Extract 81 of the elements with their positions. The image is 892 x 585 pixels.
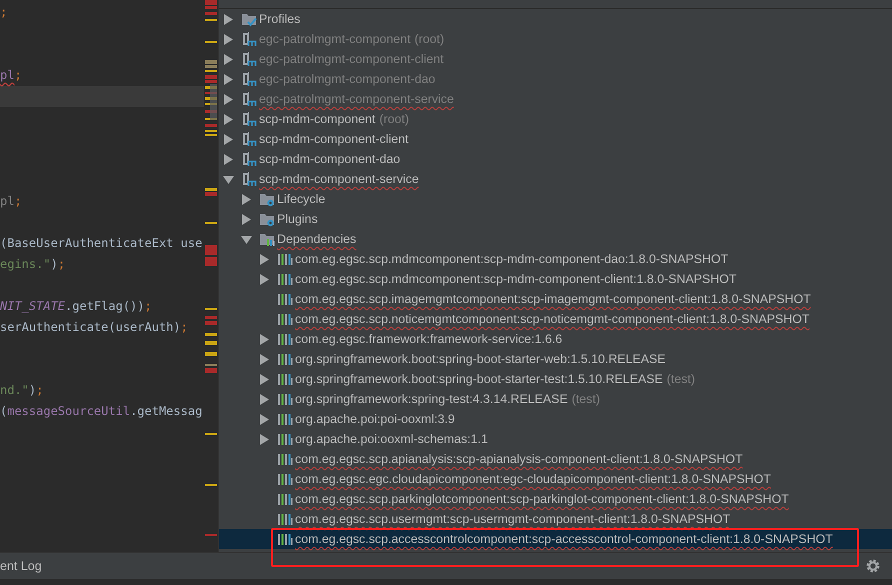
module-file-icon [241, 51, 257, 67]
tree-item[interactable]: Dependencies [219, 229, 892, 249]
tree-item[interactable]: org.springframework.boot:spring-boot-starter-web:1.5.10.RELEASE [219, 349, 892, 369]
tree-toggle-icon[interactable] [259, 374, 270, 384]
tree-item[interactable]: com.eg.egsc.scp.noticemgmtcomponent:scp-noticemgmt-component-client:1.8.0-SNAPSHOT [219, 309, 892, 329]
code-line: (messageSourceUtil.getMessag [0, 403, 204, 420]
library-bars-icon [277, 531, 293, 547]
tree-item[interactable]: Plugins [219, 209, 892, 229]
tree-toggle-icon[interactable] [259, 334, 270, 344]
folder-gear-icon [259, 211, 275, 227]
tree-item[interactable]: com.eg.egsc.scp.mdmcomponent:scp-mdm-component-client:1.8.0-SNAPSHOT [219, 269, 892, 289]
tree-toggle-icon[interactable] [259, 254, 270, 264]
tree-toggle-icon[interactable] [259, 394, 270, 404]
library-bars-icon [277, 351, 293, 367]
tree-toggle-icon[interactable] [241, 234, 252, 244]
code-line: egins."); [0, 256, 66, 273]
library-bars-icon [277, 491, 293, 507]
tree-item[interactable]: Lifecycle [219, 189, 892, 209]
library-bars-icon [277, 331, 293, 347]
tree-toggle-icon[interactable] [223, 154, 234, 164]
settings-icon[interactable] [866, 559, 880, 573]
library-bars-icon [277, 271, 293, 287]
library-bars-icon [277, 391, 293, 407]
tree-toggle-icon[interactable] [259, 274, 270, 284]
tree-item[interactable]: scp-mdm-component-service [219, 169, 892, 189]
tree-item[interactable]: com.eg.egsc.egc.cloudapicomponent:egc-cloudapicomponent-client:1.8.0-SNAPSHOT [219, 469, 892, 489]
tree-item[interactable]: org.apache.poi:poi-ooxml:3.9 [219, 409, 892, 429]
tree-toggle-icon[interactable] [259, 414, 270, 424]
module-file-icon [241, 31, 257, 47]
code-line: pl; [0, 67, 23, 84]
tree-item[interactable]: com.eg.egsc.scp.usermgmt:scp-usermgmt-component-client:1.8.0-SNAPSHOT [219, 509, 892, 529]
tree-toggle-icon[interactable] [223, 114, 234, 124]
tree-toggle-icon[interactable] [223, 34, 234, 44]
tree-toggle-icon[interactable] [241, 214, 252, 224]
tree-toggle-icon[interactable] [223, 174, 234, 184]
tree-item[interactable]: com.eg.egsc.scp.apianalysis:scp-apianalysis-component-client:1.8.0-SNAPSHOT [219, 449, 892, 469]
library-bars-icon [277, 371, 293, 387]
code-line: pl; [0, 193, 23, 210]
tree-toggle-icon[interactable] [241, 194, 252, 204]
tree-item[interactable]: Profiles [219, 9, 892, 29]
tree-toggle-icon[interactable] [223, 134, 234, 144]
tree-item[interactable]: org.springframework.boot:spring-boot-starter-test:1.5.10.RELEASE (test) [219, 369, 892, 389]
library-bars-icon [277, 251, 293, 267]
library-bars-icon [277, 411, 293, 427]
module-file-icon [241, 151, 257, 167]
tree-toggle-icon[interactable] [223, 14, 234, 24]
library-bars-icon [277, 511, 293, 527]
tree-toggle-icon[interactable] [259, 354, 270, 364]
library-bars-icon [277, 311, 293, 327]
code-line: ; [0, 4, 8, 21]
folder-gear-icon [259, 191, 275, 207]
code-line: NIT_STATE.getFlag()); [0, 298, 153, 315]
tree-item[interactable]: org.springframework:spring-test:4.3.14.RELEASE (test) [219, 389, 892, 409]
tree-toggle-icon[interactable] [259, 434, 270, 444]
module-file-icon [241, 131, 257, 147]
folder-check-icon [241, 11, 257, 27]
tree-item[interactable]: com.eg.egsc.scp.mdmcomponent:scp-mdm-component-dao:1.8.0-SNAPSHOT [219, 249, 892, 269]
module-file-icon [241, 171, 257, 187]
tree-toggle-icon[interactable] [223, 94, 234, 104]
module-file-icon [241, 91, 257, 107]
event-log-tab[interactable]: ent Log [0, 559, 42, 573]
tree-item[interactable]: org.apache.poi:ooxml-schemas:1.1 [219, 429, 892, 449]
library-bars-icon [277, 431, 293, 447]
module-file-icon [241, 111, 257, 127]
tree-item[interactable]: com.eg.egsc.scp.parkinglotcomponent:scp-parkinglot-component-client:1.8.0-SNAPSHOT [219, 489, 892, 509]
code-line: (BaseUserAuthenticateExt use [0, 235, 204, 252]
tree-item[interactable]: scp-mdm-component-client [219, 129, 892, 149]
code-line: serAuthenticate(userAuth); [0, 319, 189, 336]
folder-bars-icon [259, 231, 275, 247]
tree-toggle-icon[interactable] [223, 74, 234, 84]
tree-item[interactable]: com.eg.egsc.framework:framework-service:1.6.6 [219, 329, 892, 349]
library-bars-icon [277, 471, 293, 487]
tree-item[interactable]: scp-mdm-component-dao [219, 149, 892, 169]
library-bars-icon [277, 451, 293, 467]
tree-item[interactable]: scp-mdm-component (root) [219, 109, 892, 129]
tree-toggle-icon[interactable] [223, 54, 234, 64]
tree-item[interactable]: com.eg.egsc.scp.imagemgmtcomponent:scp-imagemgmt-component-client:1.8.0-SNAPSHOT [219, 289, 892, 309]
code-line: nd."); [0, 382, 44, 399]
library-bars-icon [277, 291, 293, 307]
module-file-icon [241, 71, 257, 87]
tree-item[interactable]: com.eg.egsc.scp.accesscontrolcomponent:scp-accesscontrol-component-client:1.8.0-SNAPSHOT [219, 529, 892, 549]
